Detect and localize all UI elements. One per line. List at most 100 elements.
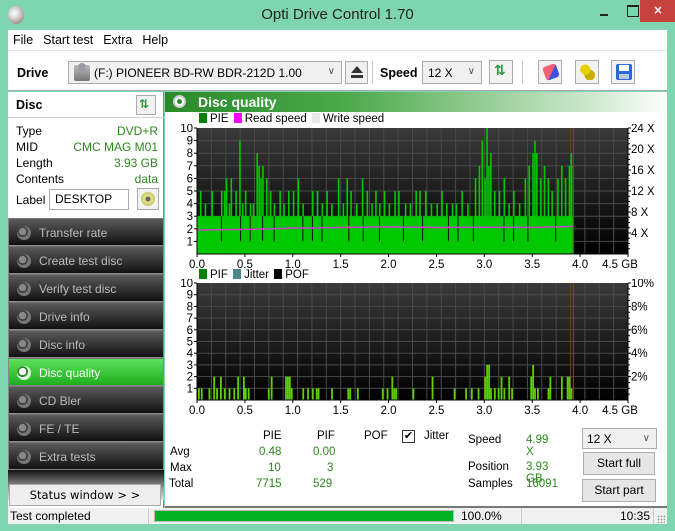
y-tick-label: 8 (187, 148, 193, 160)
disc-label-button[interactable] (137, 188, 159, 210)
pie-bar (258, 165, 260, 254)
pif-bar (568, 376, 571, 400)
speed-readout-value: 4.99 X (526, 434, 549, 458)
x-tick-label: 4.0 (572, 405, 588, 417)
pie-bar (211, 191, 213, 254)
pie-bar (557, 178, 559, 254)
pif-bar (566, 376, 569, 400)
menu-extra[interactable]: Extra (98, 30, 137, 47)
disc-icon (17, 422, 31, 436)
status-window-button[interactable]: Status window > > (9, 484, 161, 506)
stats-avg-label: Avg (170, 446, 190, 458)
pie-gap (457, 216, 459, 242)
pie-chart: 123456789104 X8 X12 X16 X20 X24 X0.0 0.5 1… (180, 124, 655, 271)
legend-swatch-pie (199, 113, 207, 123)
nav-disc-info[interactable]: Disc info (8, 330, 164, 358)
legend-swatch-jitter (233, 269, 242, 279)
disc-refresh-button[interactable]: ⇅ (136, 95, 156, 115)
pif-bar (331, 388, 333, 400)
pie-gap (321, 216, 323, 242)
y-tick-label: 8 (187, 301, 193, 313)
pif-bar (490, 388, 492, 400)
nav-verify-test-disc[interactable]: Verify test disc (8, 274, 164, 302)
nav-cd-bler[interactable]: CD Bler (8, 386, 164, 414)
status-separator (653, 508, 654, 524)
pif-bar (488, 364, 490, 400)
refresh-speed-button[interactable]: ⇅ (489, 60, 513, 84)
eject-button[interactable] (345, 61, 368, 84)
pif-bar (208, 388, 211, 400)
pif-bar (486, 364, 489, 400)
pie-bar (279, 191, 281, 254)
settings-button[interactable] (575, 60, 599, 84)
pie-bar (536, 153, 538, 254)
disc-header-title: Disc (16, 98, 43, 112)
nav-transfer-rate[interactable]: Transfer rate (8, 218, 164, 246)
nav-label: Extra tests (39, 450, 96, 464)
start-part-button[interactable]: Start part (582, 479, 656, 502)
disc-type-key: Type (16, 124, 43, 138)
x-tick-label: 1.5 (333, 405, 349, 417)
y2-tick-label: 2% (631, 372, 648, 384)
menu-file[interactable]: File (8, 30, 38, 47)
chevron-down-icon: ∨ (642, 433, 650, 444)
pie-bar (355, 203, 358, 254)
drive-select[interactable]: (F:) PIONEER BD-RW BDR-212D 1.00 ∨ (68, 61, 342, 84)
nav-extra-tests[interactable]: Extra tests (8, 442, 164, 470)
resize-grip[interactable] (657, 515, 665, 523)
pie-bar (415, 191, 417, 254)
pie-bar (216, 216, 218, 254)
pif-bar (288, 376, 291, 400)
y-tick-label: 6 (187, 173, 193, 185)
pie-bar (256, 153, 258, 254)
pie-bar (490, 153, 492, 254)
pie-bar (265, 178, 268, 254)
minimize-button[interactable] (590, 0, 618, 22)
save-button[interactable] (611, 60, 635, 84)
disc-quality-icon (173, 95, 186, 108)
x-tick-label: 3.0 (476, 405, 492, 417)
close-button[interactable]: × (640, 0, 675, 22)
jitter-checkbox[interactable]: ✔ (402, 430, 415, 443)
disc-label-input[interactable]: DESKTOP (49, 189, 129, 210)
pie-bar (441, 191, 443, 254)
disc-type-value: DVD+R (116, 124, 158, 138)
start-full-button[interactable]: Start full (583, 452, 655, 475)
pie-bar (244, 191, 247, 254)
y-tick-label: 2 (187, 372, 193, 384)
erase-button[interactable] (538, 60, 562, 84)
speed-select[interactable]: 12 X ∨ (422, 61, 482, 84)
pif-bar (570, 388, 573, 400)
pif-bar (247, 388, 250, 400)
pie-bar (486, 128, 488, 254)
position-label: Position (468, 461, 509, 473)
nav-create-test-disc[interactable]: Create test disc (8, 246, 164, 274)
pif-bar (393, 388, 396, 400)
disc-mid-key: MID (16, 140, 38, 154)
pif-bar (391, 376, 394, 400)
nav-drive-info[interactable]: Drive info (8, 302, 164, 330)
speed-select-value: 12 X (428, 66, 453, 80)
menu-help[interactable]: Help (137, 30, 173, 47)
y-tick-label: 3 (187, 211, 193, 223)
pif-bar (484, 376, 487, 400)
settings-icon (580, 64, 595, 80)
pie-bar (398, 191, 400, 254)
pie-bar (532, 153, 534, 254)
nav-label: Drive info (39, 310, 90, 324)
save-icon (616, 64, 632, 80)
nav-disc-quality[interactable]: Disc quality (8, 358, 164, 386)
y2-tick-label: 24 X (631, 124, 655, 135)
test-speed-select[interactable]: 12 X ∨ (582, 428, 657, 449)
y-tick-label: 6 (187, 325, 193, 337)
nav-fe-te[interactable]: FE / TE (8, 414, 164, 442)
menu-start-test[interactable]: Start test (38, 30, 98, 47)
y2-tick-label: 20 X (631, 144, 655, 156)
stats-avg-pie: 0.48 (259, 446, 282, 458)
pie-bar (436, 203, 439, 254)
legend-swatch-read-speed (233, 113, 242, 123)
legend-swatch-pif (199, 269, 207, 279)
pif-bar (315, 388, 318, 400)
pif-bar (470, 388, 473, 400)
stats-max-pie: 10 (268, 462, 281, 474)
